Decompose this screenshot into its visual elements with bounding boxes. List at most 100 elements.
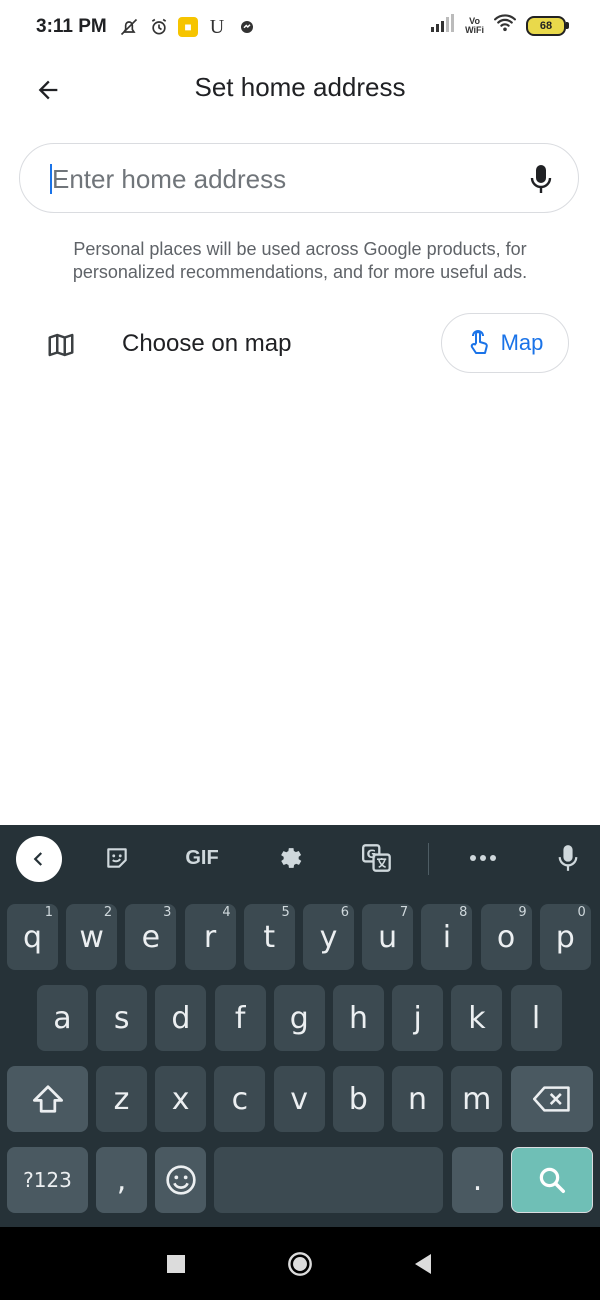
key-hint: 2 [103, 905, 113, 920]
alarm-icon [148, 16, 170, 38]
key-hint: 8 [459, 905, 468, 920]
sticker-icon [107, 848, 127, 868]
key-p[interactable]: p0 [539, 904, 591, 970]
key-x[interactable]: x [155, 1066, 207, 1132]
key-label: w [79, 919, 104, 955]
key-e[interactable]: e3 [125, 904, 177, 970]
key-a[interactable]: a [37, 985, 88, 1051]
emoji-icon [165, 1165, 196, 1195]
map-button-label: Map [500, 330, 544, 355]
keyboard-settings-button[interactable] [275, 842, 305, 874]
key-g[interactable]: g [273, 985, 325, 1051]
back-nav-button[interactable] [410, 1251, 436, 1277]
keyboard-collapse-button[interactable] [16, 836, 62, 882]
comma-key[interactable]: , [96, 1147, 147, 1213]
key-w[interactable]: w2 [66, 904, 118, 970]
key-y[interactable]: y6 [303, 904, 354, 970]
shift-icon [32, 1085, 63, 1113]
mute-icon [118, 16, 140, 38]
key-j[interactable]: j [392, 985, 444, 1051]
notification-icon: ■ [178, 17, 198, 37]
key-hint: 1 [44, 905, 53, 920]
more-horizontal-icon [470, 855, 496, 861]
address-search-box[interactable] [19, 143, 579, 213]
voice-search-button[interactable] [526, 162, 556, 196]
search-icon [539, 1167, 565, 1193]
key-o[interactable]: o9 [480, 904, 532, 970]
space-key[interactable] [214, 1147, 443, 1213]
key-q[interactable]: q1 [7, 904, 58, 970]
choose-on-map-label: Choose on map [122, 330, 292, 357]
square-icon [167, 1255, 185, 1273]
key-b[interactable]: b [332, 1066, 384, 1132]
key-label: u [378, 919, 398, 955]
battery-icon: 68 [526, 15, 569, 36]
choose-on-map-row[interactable]: Choose on map Map [0, 310, 600, 380]
key-label: i [442, 919, 452, 955]
backspace-key[interactable] [511, 1066, 593, 1132]
triangle-back-icon [415, 1254, 431, 1274]
circle-icon [288, 1252, 312, 1276]
translate-icon: G [362, 844, 391, 872]
key-c[interactable]: c [214, 1066, 266, 1132]
keyboard-toolbar: GIF G [0, 825, 600, 891]
home-address-input[interactable] [50, 158, 514, 200]
keyboard-voice-button[interactable] [553, 842, 583, 874]
period-key[interactable]: . [452, 1147, 503, 1213]
status-right-icons: Vo WiFi 68 [431, 14, 569, 37]
gear-icon [281, 848, 302, 868]
key-v[interactable]: v [273, 1066, 325, 1132]
key-d[interactable]: d [155, 985, 207, 1051]
key-t[interactable]: t5 [243, 904, 295, 970]
key-label: r [203, 919, 217, 955]
recents-button[interactable] [163, 1251, 189, 1277]
key-u[interactable]: u7 [362, 904, 414, 970]
system-navigation-bar [0, 1227, 600, 1300]
translate-button[interactable]: G [361, 842, 393, 874]
key-label: p [555, 919, 575, 955]
emoji-key[interactable] [155, 1147, 206, 1213]
status-time: 3:11 PM [36, 16, 107, 37]
vowifi-icon: Vo WiFi [465, 15, 484, 35]
status-left-icons: ■ U [118, 16, 258, 38]
key-k[interactable]: k [451, 985, 503, 1051]
key-hint: 6 [340, 905, 349, 920]
key-z[interactable]: z [96, 1066, 147, 1132]
key-l[interactable]: l [510, 985, 562, 1051]
messenger-icon [236, 16, 258, 38]
key-n[interactable]: n [392, 1066, 443, 1132]
chevron-left-icon [33, 852, 43, 866]
key-label: t [263, 919, 276, 955]
key-label: e [141, 919, 161, 955]
key-label: o [496, 919, 516, 955]
sticker-button[interactable] [102, 842, 132, 874]
key-i[interactable]: i8 [421, 904, 473, 970]
u-icon: U [209, 15, 225, 38]
wifi-icon [494, 14, 516, 37]
more-options-button[interactable] [468, 842, 498, 874]
personal-places-disclaimer: Personal places will be used across Goog… [72, 239, 528, 282]
signal-icon [431, 14, 455, 37]
symbols-key[interactable]: ?123 [7, 1147, 88, 1213]
on-screen-keyboard: GIF G q1w2e3r4t5y6u7i8o9p0 asdfghjkl zxc… [0, 825, 600, 1227]
touch-icon [470, 330, 488, 354]
shift-key[interactable] [7, 1066, 88, 1132]
svg-text:G: G [367, 847, 376, 861]
key-s[interactable]: s [96, 985, 148, 1051]
home-button[interactable] [287, 1251, 313, 1277]
key-m[interactable]: m [451, 1066, 503, 1132]
key-r[interactable]: r4 [184, 904, 236, 970]
key-label: y [319, 919, 338, 955]
mic-icon [558, 845, 578, 871]
toolbar-divider [428, 843, 429, 875]
key-h[interactable]: h [333, 985, 384, 1051]
search-key[interactable] [511, 1147, 593, 1213]
gif-button[interactable]: GIF [182, 842, 222, 874]
mic-icon [530, 165, 552, 193]
key-hint: 4 [222, 905, 231, 920]
status-bar: 3:11 PM ■ U Vo WiFi 68 [0, 0, 600, 56]
key-f[interactable]: f [214, 985, 266, 1051]
map-button[interactable]: Map [441, 313, 569, 373]
key-hint: 5 [281, 905, 290, 920]
key-hint: 9 [518, 905, 527, 920]
